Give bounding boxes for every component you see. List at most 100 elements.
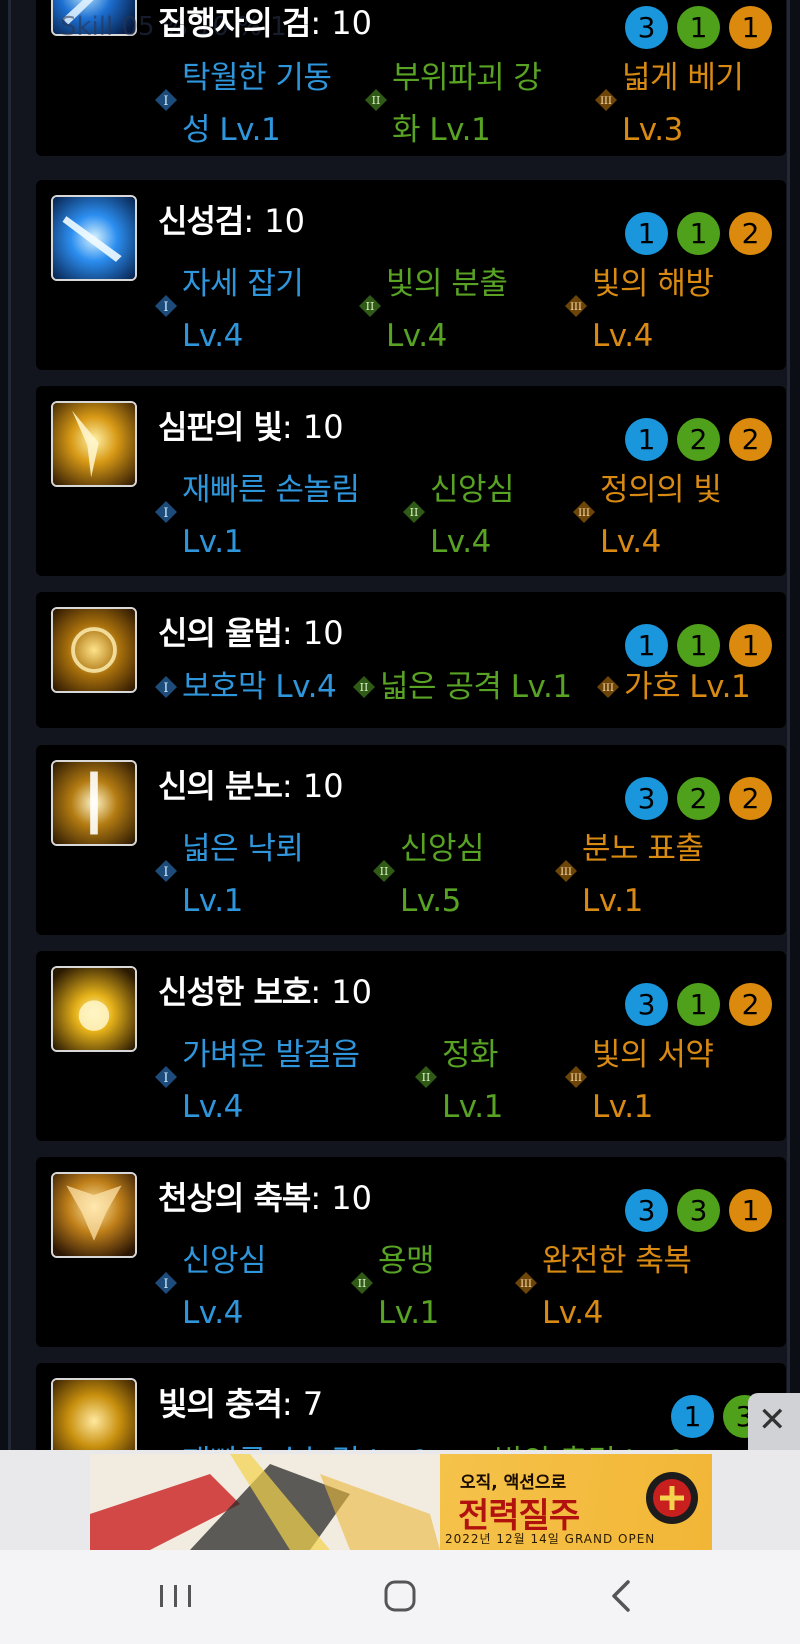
svg-text:I: I: [163, 1277, 168, 1292]
tier1-badge: 3: [625, 6, 668, 49]
trait-level: Lv.5: [400, 883, 461, 919]
skill-level: : 10: [310, 973, 373, 1011]
trait-level: Lv.1: [182, 524, 243, 560]
trait-level: Lv.3: [622, 112, 683, 148]
skill-card[interactable]: 심판의 빛: 10 1 2 2 I 재빠른 손놀림 Lv.1 II 신앙심 Lv.4…: [36, 386, 786, 576]
skill-level: : 7: [281, 1385, 324, 1423]
trait-level: 성 Lv.1: [182, 112, 281, 148]
tripod-badges: 3 2 2: [625, 777, 772, 820]
skill-name: 심판의 빛: [158, 408, 283, 446]
trait-name: 분노 표출: [582, 831, 704, 867]
back-button[interactable]: [594, 1572, 654, 1622]
skill-card[interactable]: 신성검: 10 1 1 2 I 자세 잡기 Lv.4 II 빛의 분출 Lv.4 I…: [36, 180, 786, 370]
tier1-diamond-icon: I: [154, 294, 178, 318]
tier3-diamond-icon: III: [572, 500, 596, 524]
svg-text:II: II: [422, 1071, 431, 1084]
svg-text:I: I: [163, 94, 168, 109]
tier2-badge: 1: [677, 983, 720, 1026]
tier3-diamond-icon: III: [596, 675, 620, 699]
tier3-badge: 1: [729, 624, 772, 667]
tier3-diamond-icon: III: [554, 859, 578, 883]
trait-name: 신앙심: [430, 472, 515, 508]
ad-banner[interactable]: 오직, 액션으로 전력질주 2022년 12월 14일 GRAND OPEN: [90, 1454, 712, 1550]
tripod-badges: 1 1 1: [625, 624, 772, 667]
tripod-badges: 3 1 2: [625, 983, 772, 1026]
skill-name: 신의 분노: [158, 767, 283, 805]
tier2-diamond-icon: II: [364, 88, 388, 112]
tier1-diamond-icon: I: [154, 859, 178, 883]
tier1-badge: 1: [625, 212, 668, 255]
trait-name: 빛의 분출: [386, 266, 508, 302]
tier3-badge: 1: [729, 6, 772, 49]
tier2-badge: 2: [677, 777, 720, 820]
skill-title: 심판의 빛: 10: [158, 402, 344, 448]
skill-list-panel: Skill 05 % 10 % 1 집행자의 검: 10 3 1 1 I 탁월한…: [8, 0, 790, 1483]
home-button[interactable]: [370, 1572, 430, 1622]
trait-level: Lv.4: [600, 524, 661, 560]
tier1-diamond-icon: I: [154, 1271, 178, 1295]
tier1-badge: 3: [625, 983, 668, 1026]
skill-icon: [51, 1172, 137, 1258]
tier3-diamond-icon: III: [594, 88, 618, 112]
skill-card[interactable]: 천상의 축복: 10 3 3 1 I 신앙심 Lv.4 II 용맹 Lv.1 III…: [36, 1157, 786, 1347]
skill-title: 천상의 축복: 10: [158, 1173, 372, 1219]
skill-level: : 10: [310, 4, 373, 42]
tripod-badges: 3 3 1: [625, 1189, 772, 1232]
skill-level: : 10: [281, 767, 344, 805]
tier2-badge: 1: [677, 212, 720, 255]
skill-card[interactable]: Skill 05 % 10 % 1 집행자의 검: 10 3 1 1 I 탁월한…: [36, 0, 786, 156]
tier1-diamond-icon: I: [154, 1065, 178, 1089]
ad-bar: 오직, 액션으로 전력질주 2022년 12월 14일 GRAND OPEN: [0, 1450, 800, 1550]
svg-text:I: I: [163, 681, 168, 696]
skill-card[interactable]: 신성한 보호: 10 3 1 2 I 가벼운 발걸음 Lv.4 II 정화 Lv.1…: [36, 951, 786, 1141]
recent-apps-button[interactable]: [146, 1572, 206, 1622]
skill-name: 천상의 축복: [158, 1179, 311, 1217]
tier3-diamond-icon: III: [514, 1271, 538, 1295]
tier1-badge: 1: [625, 624, 668, 667]
trait-name: 부위파괴 강: [392, 60, 542, 96]
tier1-diamond-icon: I: [154, 675, 178, 699]
tier3-badge: 1: [729, 1189, 772, 1232]
skill-level: : 10: [281, 614, 344, 652]
skill-level: : 10: [281, 408, 344, 446]
skill-title: 신성검: 10: [158, 196, 305, 242]
trait-level: Lv.1: [378, 1295, 439, 1331]
tier1-badge: 1: [625, 418, 668, 461]
trait-name: 신앙심: [182, 1243, 267, 1279]
ad-close-button[interactable]: ✕: [748, 1393, 800, 1450]
tier2-badge: 2: [677, 418, 720, 461]
trait-name: 재빠른 손놀림: [182, 472, 360, 508]
trait-name: 정화: [442, 1037, 499, 1073]
system-navigation-bar: [0, 1550, 800, 1644]
trait-name: 가호 Lv.1: [624, 669, 751, 705]
skill-card[interactable]: 신의 분노: 10 3 2 2 I 넓은 낙뢰 Lv.1 II 신앙심 Lv.5 I…: [36, 745, 786, 935]
svg-text:III: III: [602, 683, 614, 694]
tier2-diamond-icon: II: [372, 859, 396, 883]
skill-title: 신성한 보호: 10: [158, 967, 372, 1013]
tier3-badge: 2: [729, 418, 772, 461]
skill-icon: [51, 401, 137, 487]
skill-level: : 10: [243, 202, 305, 240]
svg-text:III: III: [570, 302, 582, 313]
trait-level: 화 Lv.1: [392, 112, 491, 148]
trait-name: 빛의 서약: [592, 1037, 714, 1073]
trait-level: Lv.1: [582, 883, 643, 919]
svg-text:III: III: [600, 96, 612, 107]
tier1-badge: 1: [671, 1395, 714, 1438]
trait-name: 탁월한 기동: [182, 60, 332, 96]
skill-title: 신의 율법: 10: [158, 608, 344, 654]
trait-level: Lv.1: [442, 1089, 503, 1125]
home-icon: [384, 1580, 416, 1612]
tier2-diamond-icon: II: [350, 1271, 374, 1295]
tier3-diamond-icon: III: [564, 294, 588, 318]
tier1-badge: 3: [625, 1189, 668, 1232]
skill-title: 빛의 충격: 7: [158, 1379, 323, 1425]
skill-title: 신의 분노: 10: [158, 761, 344, 807]
tripod-badges: 3 1 1: [625, 6, 772, 49]
svg-text:III: III: [560, 867, 572, 878]
trait-name: 가벼운 발걸음: [182, 1037, 360, 1073]
svg-text:II: II: [366, 300, 375, 313]
tier2-diamond-icon: II: [402, 500, 426, 524]
skill-card[interactable]: 신의 율법: 10 1 1 1 I 보호막 Lv.4 II 넓은 공격 Lv.1…: [36, 592, 786, 728]
tier3-diamond-icon: III: [564, 1065, 588, 1089]
